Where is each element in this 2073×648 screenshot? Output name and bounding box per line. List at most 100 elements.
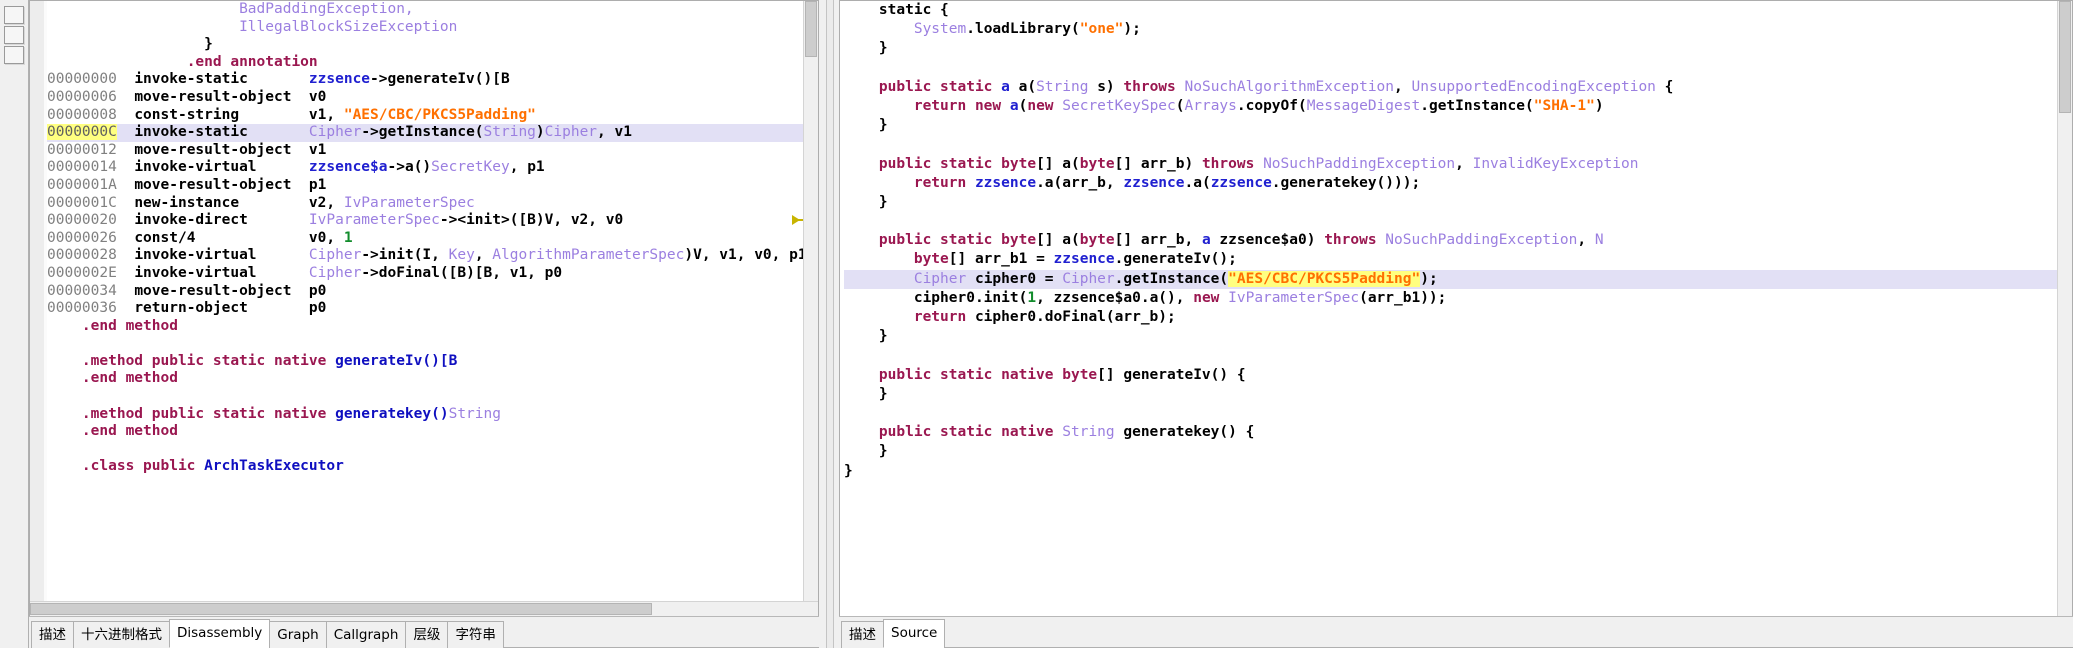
code-token: a xyxy=(1009,97,1019,114)
code-token: ->generateIv()[B xyxy=(370,71,510,88)
disassembly-line[interactable] xyxy=(47,441,804,459)
source-line[interactable] xyxy=(844,404,2058,423)
code-token: throws xyxy=(1201,155,1264,172)
disassembly-line[interactable]: 00000006 move-result-object v0 xyxy=(47,89,804,107)
scroll-corner xyxy=(804,602,818,616)
disassembly-line[interactable]: 0000001A move-result-object p1 xyxy=(47,177,804,195)
disassembly-line[interactable]: .end method xyxy=(47,370,804,388)
disassembly-vscroll-thumb[interactable] xyxy=(805,1,817,57)
disassembly-line[interactable] xyxy=(47,388,804,406)
code-token: cipher0 = xyxy=(966,270,1063,287)
code-token: Cipher xyxy=(544,124,598,141)
disassembly-line[interactable]: } xyxy=(47,36,804,54)
source-line[interactable]: } xyxy=(844,39,2058,58)
source-line[interactable]: return new a(new SecretKeySpec(Arrays.co… xyxy=(844,97,2058,116)
code-token: .a( xyxy=(1184,174,1211,191)
instruction-address: 0000001A xyxy=(47,176,117,193)
source-line[interactable]: } xyxy=(844,193,2058,212)
disassembly-line[interactable]: 0000001C new-instance v2, IvParameterSpe… xyxy=(47,195,804,213)
source-line[interactable]: public static native byte[] generateIv()… xyxy=(844,366,2058,385)
source-line[interactable]: public static native String generatekey(… xyxy=(844,423,2058,442)
source-line[interactable]: } xyxy=(844,116,2058,135)
disassembly-tab[interactable]: 十六进制格式 xyxy=(73,621,170,648)
disassembly-tab[interactable]: Callgraph xyxy=(325,621,407,648)
disassembly-line[interactable]: .class public ArchTaskExecutor xyxy=(47,458,804,476)
code-token: .getInstance( xyxy=(1420,97,1534,114)
disassembly-line[interactable]: 00000020 invoke-direct IvParameterSpec->… xyxy=(47,212,804,230)
code-token: .class public xyxy=(81,458,205,475)
source-tab[interactable]: Source xyxy=(883,619,946,648)
disassembly-tab[interactable]: 字符串 xyxy=(447,621,504,648)
source-vscroll-thumb[interactable] xyxy=(2059,1,2071,113)
source-line[interactable]: Cipher cipher0 = Cipher.getInstance("AES… xyxy=(844,269,2058,289)
source-line[interactable]: } xyxy=(844,385,2058,404)
source-line[interactable] xyxy=(844,135,2058,154)
source-vertical-scrollbar[interactable] xyxy=(2057,1,2072,616)
code-token: cipher0.init( xyxy=(913,289,1028,306)
rail-button-1[interactable] xyxy=(4,6,24,24)
disassembly-tab[interactable]: 描述 xyxy=(31,621,74,648)
source-line[interactable]: } xyxy=(844,442,2058,461)
disassembly-code[interactable]: BadPaddingException, IllegalBlockSizeExc… xyxy=(47,1,804,616)
disassembly-line[interactable]: .end method xyxy=(47,318,804,336)
disassembly-hscroll-thumb[interactable] xyxy=(30,603,652,615)
source-line[interactable]: cipher0.init(1, zzsence$a0.a(), new IvPa… xyxy=(844,289,2058,308)
disassembly-line[interactable]: 00000008 const-string v1, "AES/CBC/PKCS5… xyxy=(47,107,804,125)
disassembly-line[interactable]: .method public static native generateIv(… xyxy=(47,353,804,371)
source-line[interactable] xyxy=(844,59,2058,78)
source-line[interactable]: } xyxy=(844,327,2058,346)
disassembly-line[interactable]: IllegalBlockSizeException xyxy=(47,19,804,37)
code-token: System xyxy=(913,21,967,38)
breakpoint-gutter[interactable] xyxy=(30,1,45,616)
code-token: IvParameterSpec xyxy=(1228,289,1360,306)
source-code[interactable]: static { System.loadLibrary("one"); } pu… xyxy=(844,1,2058,616)
source-tab[interactable]: 描述 xyxy=(841,621,884,648)
code-token: )V, v1, v0, p1 xyxy=(684,247,804,264)
rail-button-2[interactable] xyxy=(4,26,24,44)
code-token: , p1 xyxy=(509,159,545,176)
code-token: static { xyxy=(878,2,949,18)
instruction-mnemonic: return-object xyxy=(134,300,309,317)
disassembly-horizontal-scrollbar[interactable] xyxy=(30,601,818,616)
disassembly-line[interactable]: 0000000C invoke-static Cipher->getInstan… xyxy=(47,124,804,142)
disassembly-line[interactable]: 0000002E invoke-virtual Cipher->doFinal(… xyxy=(47,265,804,283)
source-line[interactable] xyxy=(844,212,2058,231)
disassembly-line[interactable]: 00000012 move-result-object v1 xyxy=(47,142,804,160)
source-tabbar-filler xyxy=(944,621,2073,648)
source-line[interactable]: System.loadLibrary("one"); xyxy=(844,20,2058,39)
disassembly-line[interactable]: 00000028 invoke-virtual Cipher->init(I, … xyxy=(47,247,804,265)
source-line[interactable]: static { xyxy=(844,1,2058,20)
code-token: ( xyxy=(1175,97,1185,114)
source-line[interactable] xyxy=(844,346,2058,365)
source-line[interactable]: public static byte[] a(byte[] arr_b) thr… xyxy=(844,155,2058,174)
disassembly-tab[interactable]: Disassembly xyxy=(169,619,271,648)
disassembly-line[interactable] xyxy=(47,335,804,353)
disassembly-line[interactable]: 00000034 move-result-object p0 xyxy=(47,283,804,301)
source-line[interactable]: return cipher0.doFinal(arr_b); xyxy=(844,308,2058,327)
instruction-address: 00000006 xyxy=(47,88,117,105)
code-token: Key xyxy=(448,247,475,264)
disassembly-line[interactable]: 00000000 invoke-static zzsence->generate… xyxy=(47,71,804,89)
disassembly-line[interactable]: .end method xyxy=(47,423,804,441)
source-line[interactable]: byte[] arr_b1 = zzsence.generateIv(); xyxy=(844,250,2058,269)
source-line[interactable]: return zzsence.a(arr_b, zzsence.a(zzsenc… xyxy=(844,174,2058,193)
disassembly-line[interactable]: .method public static native generatekey… xyxy=(47,406,804,424)
pane-splitter[interactable] xyxy=(819,0,839,648)
source-line[interactable]: public static a a(String s) throws NoSuc… xyxy=(844,78,2058,97)
code-token: String xyxy=(1036,78,1089,95)
code-token: return xyxy=(913,309,975,325)
disassembly-line[interactable]: 00000026 const/4 v0, 1 xyxy=(47,230,804,248)
source-line[interactable]: } xyxy=(844,462,2058,481)
source-line[interactable]: public static byte[] a(byte[] arr_b, a z… xyxy=(844,231,2058,250)
disassembly-tab[interactable]: 层级 xyxy=(405,621,449,648)
disassembly-line[interactable]: 00000036 return-object p0 xyxy=(47,300,804,318)
disassembly-line[interactable]: .end annotation xyxy=(47,54,804,72)
code-token: , v1 xyxy=(597,124,632,141)
rail-button-3[interactable] xyxy=(4,46,24,64)
disassembly-vertical-scrollbar[interactable] xyxy=(803,1,818,616)
disassembly-line[interactable]: 00000014 invoke-virtual zzsence$a->a()Se… xyxy=(47,159,804,177)
disassembly-line[interactable]: BadPaddingException, xyxy=(47,1,804,19)
disassembly-tab[interactable]: Graph xyxy=(269,621,327,648)
instruction-address: 0000000C xyxy=(47,124,117,141)
code-token: , xyxy=(1577,232,1595,249)
